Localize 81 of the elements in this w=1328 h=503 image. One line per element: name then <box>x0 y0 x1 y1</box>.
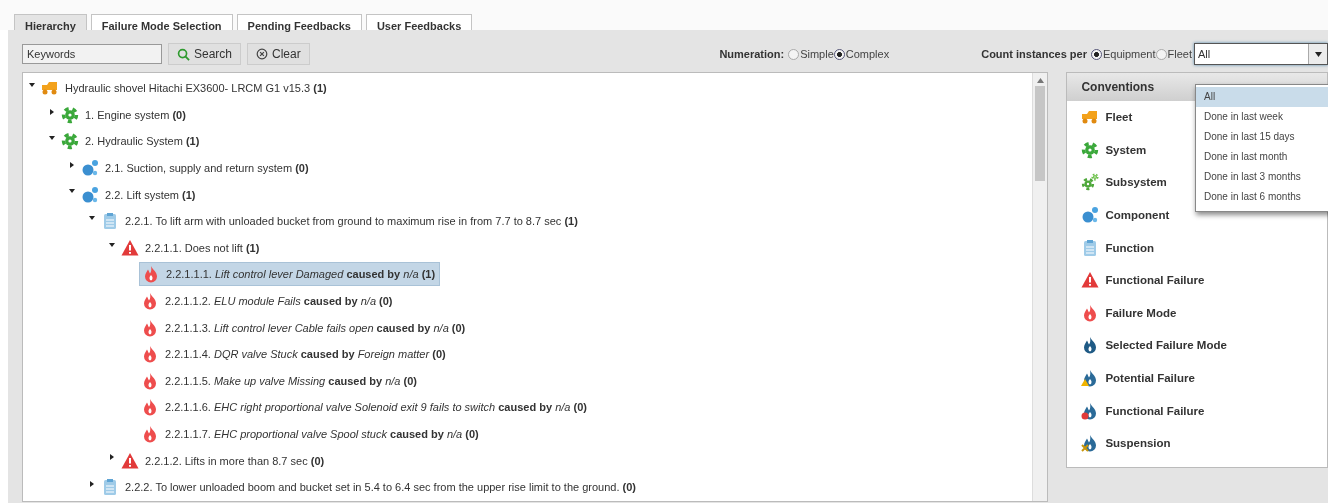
legend-label: System <box>1105 143 1147 156</box>
collapsed-arrow-icon[interactable] <box>49 108 55 115</box>
menu-item[interactable]: Done in last 15 days <box>1196 127 1328 147</box>
flame-icon <box>141 318 159 337</box>
collapsed-arrow-icon[interactable] <box>109 454 115 461</box>
menu-item[interactable]: Done in last 6 months <box>1196 187 1328 207</box>
legend-label: Component <box>1105 209 1170 222</box>
radio-option[interactable]: Complex <box>833 48 890 60</box>
tree-node[interactable]: 2.2.1.1.2. ELU module Fails caused by n/a (0) <box>139 290 397 313</box>
gear-icon <box>61 105 79 124</box>
tree-node[interactable]: 2.2.1.1.5. Make up valve Missing caused by n/a (0) <box>139 369 421 392</box>
expanded-arrow-icon[interactable] <box>49 135 55 142</box>
legend-label: Functional Failure <box>1105 404 1205 417</box>
tab[interactable]: Failure Mode Selection <box>90 14 233 30</box>
tree-node[interactable]: 1. Engine system (0) <box>59 103 190 126</box>
tree-node[interactable]: 2.2.1.1. Does not lift (1) <box>119 236 264 259</box>
tree-node[interactable]: 2.2.1.2. Lifts in more than 8.7 sec (0) <box>119 449 329 472</box>
flame-icon <box>141 292 159 311</box>
search-field[interactable]: Keywords <box>22 44 162 64</box>
flame-icon <box>141 425 159 443</box>
warning-icon <box>1081 271 1100 290</box>
tree-node[interactable]: 2.2.1.1.3. Lift control lever Cable fails open caused by n/a (0) <box>139 316 470 339</box>
clipboard-icon <box>101 212 119 231</box>
gear-icon <box>61 132 79 151</box>
gear-icon <box>1081 140 1100 159</box>
tree-node[interactable]: 2. Hydraulic System (1) <box>59 130 204 153</box>
tree-node[interactable]: 2.2.1.1.4. DQR valve Stuck caused by Foreign matter (0) <box>139 343 450 366</box>
menu-item[interactable]: Done in last week <box>1196 107 1328 127</box>
expanded-arrow-icon[interactable] <box>69 188 75 195</box>
tab[interactable]: Hierarchy <box>14 14 87 30</box>
collapsed-arrow-icon[interactable] <box>89 480 95 487</box>
expanded-arrow-icon[interactable] <box>29 82 35 88</box>
tab[interactable]: Pending Feedbacks <box>236 14 362 30</box>
legend-label: Functional Failure <box>1105 274 1205 287</box>
bubbles-icon <box>81 159 99 178</box>
menu-item[interactable]: Done in last 3 months <box>1196 167 1328 187</box>
clear-icon <box>256 48 269 60</box>
search-icon <box>177 47 190 61</box>
collapsed-arrow-icon[interactable] <box>69 161 75 168</box>
tree-node[interactable]: Hydraulic shovel Hitachi EX3600- LRCM G1 v15.3 (1) <box>39 77 331 100</box>
search-button[interactable]: Search <box>168 43 242 65</box>
caret-icon <box>1314 51 1322 57</box>
legend-label: Subsystem <box>1105 176 1167 189</box>
bubbles-icon <box>1081 206 1100 225</box>
legend-label: Function <box>1105 241 1154 254</box>
scrollbar[interactable] <box>1032 73 1048 501</box>
legend-label: Fleet <box>1105 111 1133 124</box>
radio-option[interactable]: Simple <box>788 48 834 60</box>
flame-icon <box>142 265 160 284</box>
clear-button[interactable]: Clear <box>247 43 310 65</box>
expanded-arrow-icon[interactable] <box>89 214 95 221</box>
menu-item[interactable]: All <box>1196 87 1328 107</box>
numeration-label: Numeration: <box>719 48 785 60</box>
tree-node[interactable]: 2.1. Suction, supply and return system (0) <box>79 157 313 180</box>
tree-node[interactable]: 2.2.1.1.1. Lift control lever Damaged caused by n/a (1) <box>139 262 441 287</box>
tree-node[interactable]: 2.2.1. To lift arm with unloaded bucket from ground to maximum rise in from 7.7 to 8.7 sec (1) <box>99 210 582 233</box>
tree-node[interactable]: 2.2.2. To lower unloaded boom and bucket set in 5.4 to 6.4 sec from the upper rise limit to the ground. (0) <box>99 476 640 499</box>
warning-icon <box>121 451 139 470</box>
flame-icon <box>141 398 159 417</box>
legend-label: Selected Failure Mode <box>1105 339 1227 352</box>
legend-label: Failure Mode <box>1105 306 1177 319</box>
period-dropdown[interactable]: All <box>1194 43 1328 65</box>
flame-icon <box>141 371 159 390</box>
legend-label: Potential Failure <box>1105 372 1195 385</box>
bubbles-icon <box>81 185 99 204</box>
menu-item[interactable]: Done in last month <box>1196 147 1328 167</box>
warning-icon <box>121 238 139 257</box>
gears-icon <box>1081 173 1100 192</box>
expanded-arrow-icon[interactable] <box>109 241 115 248</box>
legend-label: Suspension <box>1105 437 1171 450</box>
radio-option[interactable]: Fleet <box>1155 48 1192 60</box>
scrollbar-thumb[interactable] <box>1035 86 1046 181</box>
flame-icon <box>141 345 159 364</box>
count-instances-label: Count instances per <box>981 48 1087 60</box>
radio-option[interactable]: Equipment <box>1090 48 1156 60</box>
clipboard-icon <box>101 478 119 497</box>
scroll-up-icon[interactable] <box>1036 78 1044 83</box>
tab[interactable]: User Feedbacks <box>365 14 473 30</box>
tree-node[interactable]: 2.2.1.1.7. EHC proportional valve Spool stuck caused by n/a (0) <box>139 423 483 445</box>
tree-node[interactable]: 2.2. Lift system (1) <box>79 183 200 206</box>
tree-node[interactable]: 2.2.1.1.6. EHC right proportional valve Solenoid exit 9 fails to switch caused by n/a (0) <box>139 396 591 419</box>
